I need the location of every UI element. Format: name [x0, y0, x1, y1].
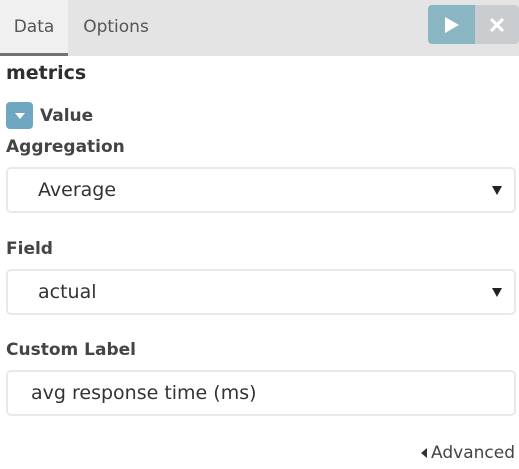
discard-button[interactable]: [475, 5, 519, 44]
tab-options-label: Options: [83, 16, 149, 37]
section-title: metrics: [6, 62, 87, 84]
aggregation-select[interactable]: Average: [6, 167, 516, 213]
tab-options[interactable]: Options: [68, 0, 164, 53]
close-icon: [490, 17, 504, 32]
field-select[interactable]: actual: [6, 269, 516, 315]
custom-label-label: Custom Label: [6, 340, 136, 360]
advanced-label: Advanced: [431, 443, 515, 463]
aggregation-label: Aggregation: [6, 137, 125, 157]
apply-button[interactable]: [428, 5, 475, 44]
active-tab-indicator: [0, 53, 68, 56]
caret-down-icon: [14, 112, 25, 119]
metric-name: Value: [40, 105, 94, 126]
tab-data-label: Data: [13, 16, 55, 37]
advanced-toggle-link[interactable]: Advanced: [421, 443, 515, 463]
custom-label-input[interactable]: avg response time (ms): [6, 370, 516, 416]
metric-header: Value: [6, 102, 93, 129]
select-caret-icon: [492, 288, 502, 297]
editor-topbar: Data Options: [0, 0, 519, 56]
field-label: Field: [6, 239, 53, 259]
aggregation-value: Average: [38, 179, 117, 201]
custom-label-value: avg response time (ms): [31, 382, 257, 404]
tab-data[interactable]: Data: [0, 0, 68, 56]
field-value: actual: [38, 281, 97, 303]
caret-left-icon: [421, 448, 428, 458]
metric-toggle-button[interactable]: [6, 102, 33, 129]
select-caret-icon: [492, 186, 502, 195]
play-icon: [444, 16, 459, 33]
